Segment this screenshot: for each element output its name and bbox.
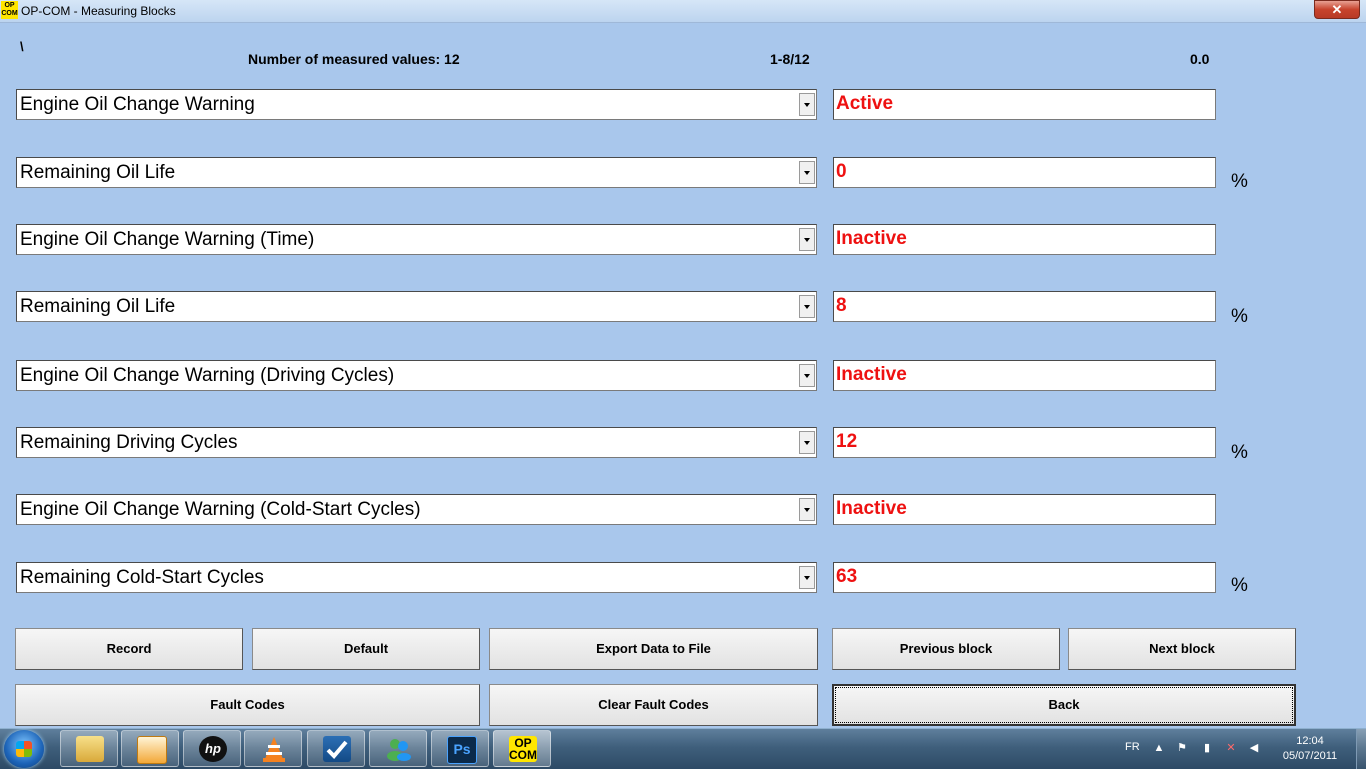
network-icon[interactable]: ✕ bbox=[1225, 742, 1237, 754]
parameter-value-8: 63 bbox=[833, 562, 1216, 593]
export-data-button[interactable]: Export Data to File bbox=[489, 628, 818, 670]
taskbar-opcom[interactable]: OP COM bbox=[493, 730, 551, 767]
taskbar: hp Ps OP COM FR ▲ ⚑ ▮ ✕ ◀ 12:04 05/07/20… bbox=[0, 728, 1366, 769]
parameter-select-7[interactable]: Engine Oil Change Warning (Cold-Start Cy… bbox=[16, 494, 817, 525]
parameter-value: 8 bbox=[836, 295, 847, 316]
battery-icon[interactable]: ▮ bbox=[1201, 742, 1213, 754]
measuring-blocks-panel: \ Number of measured values: 12 1-8/12 0… bbox=[0, 23, 1366, 728]
volume-icon[interactable]: ◀ bbox=[1248, 742, 1260, 754]
app-icon-text-top: OP bbox=[4, 2, 15, 9]
app-icon-text-bottom: COM bbox=[1, 10, 18, 17]
chevron-down-icon[interactable] bbox=[799, 364, 815, 387]
media-player-icon bbox=[137, 736, 167, 764]
opcom-app-icon: OP COM bbox=[1, 1, 18, 19]
parameter-value-4: 8 bbox=[833, 291, 1216, 322]
next-block-button[interactable]: Next block bbox=[1068, 628, 1296, 670]
taskbar-vlc[interactable] bbox=[244, 730, 302, 767]
chevron-down-icon[interactable] bbox=[799, 228, 815, 251]
parameter-select-6[interactable]: Remaining Driving Cycles bbox=[16, 427, 817, 458]
status-marker: \ bbox=[20, 39, 24, 54]
previous-block-button[interactable]: Previous block bbox=[832, 628, 1060, 670]
start-button[interactable] bbox=[4, 730, 44, 768]
opcom-icon-text-bottom: COM bbox=[509, 748, 537, 762]
clear-fault-codes-button[interactable]: Clear Fault Codes bbox=[489, 684, 818, 726]
clock-date: 05/07/2011 bbox=[1282, 750, 1338, 762]
taskbar-explorer[interactable] bbox=[60, 730, 118, 767]
parameter-select-8[interactable]: Remaining Cold-Start Cycles bbox=[16, 562, 817, 593]
chevron-down-icon[interactable] bbox=[799, 295, 815, 318]
show-desktop-button[interactable] bbox=[1356, 729, 1366, 769]
parameter-value: 12 bbox=[836, 431, 858, 452]
record-button[interactable]: Record bbox=[15, 628, 243, 670]
taskbar-photoshop[interactable]: Ps bbox=[431, 730, 489, 767]
parameter-select-2[interactable]: Remaining Oil Life bbox=[16, 157, 817, 188]
parameter-select-1[interactable]: Engine Oil Change Warning bbox=[16, 89, 817, 120]
clock-time: 12:04 bbox=[1296, 735, 1324, 747]
photoshop-icon: Ps bbox=[447, 736, 477, 764]
parameter-name: Remaining Driving Cycles bbox=[20, 432, 238, 453]
chevron-down-icon[interactable] bbox=[799, 431, 815, 454]
parameter-select-5[interactable]: Engine Oil Change Warning (Driving Cycle… bbox=[16, 360, 817, 391]
parameter-name: Engine Oil Change Warning (Driving Cycle… bbox=[20, 365, 395, 386]
parameter-name: Engine Oil Change Warning (Cold-Start Cy… bbox=[20, 499, 421, 520]
parameter-select-4[interactable]: Remaining Oil Life bbox=[16, 291, 817, 322]
parameter-unit-4: % bbox=[1231, 306, 1248, 327]
chevron-down-icon[interactable] bbox=[799, 498, 815, 521]
taskbar-clock[interactable]: 12:04 05/07/2011 bbox=[1276, 734, 1344, 764]
parameter-value: Active bbox=[836, 93, 894, 114]
fault-codes-button[interactable]: Fault Codes bbox=[15, 684, 480, 726]
parameter-name: Engine Oil Change Warning (Time) bbox=[20, 229, 315, 250]
parameter-value-3: Inactive bbox=[833, 224, 1216, 255]
explorer-icon bbox=[76, 736, 104, 762]
parameter-value: Inactive bbox=[836, 498, 907, 519]
parameter-name: Remaining Oil Life bbox=[20, 296, 176, 317]
parameter-name: Remaining Oil Life bbox=[20, 162, 176, 183]
parameter-unit-2: % bbox=[1231, 171, 1248, 192]
opcom-icon: OP COM bbox=[509, 736, 537, 762]
language-indicator[interactable]: FR bbox=[1125, 741, 1140, 753]
messenger-icon bbox=[385, 736, 413, 762]
hp-icon: hp bbox=[199, 736, 227, 762]
taskbar-media-player[interactable] bbox=[121, 730, 179, 767]
parameter-value-1: Active bbox=[833, 89, 1216, 120]
parameter-value-5: Inactive bbox=[833, 360, 1216, 391]
header-value: 0.0 bbox=[1190, 51, 1210, 67]
default-button[interactable]: Default bbox=[252, 628, 480, 670]
parameter-value-7: Inactive bbox=[833, 494, 1216, 525]
parameter-value-2: 0 bbox=[833, 157, 1216, 188]
parameter-name: Remaining Cold-Start Cycles bbox=[20, 567, 264, 588]
action-center-flag-icon[interactable]: ⚑ bbox=[1176, 742, 1188, 754]
parameter-unit-6: % bbox=[1231, 442, 1248, 463]
block-range: 1-8/12 bbox=[770, 51, 810, 67]
parameter-value: 0 bbox=[836, 161, 847, 182]
back-button[interactable]: Back bbox=[832, 684, 1296, 726]
app-check-icon bbox=[323, 736, 351, 762]
taskbar-app-check[interactable] bbox=[307, 730, 365, 767]
show-hidden-icons-icon[interactable]: ▲ bbox=[1153, 742, 1165, 754]
taskbar-hp[interactable]: hp bbox=[183, 730, 241, 767]
title-bar: OP COM OP-COM - Measuring Blocks ✕ bbox=[0, 0, 1366, 23]
close-button[interactable]: ✕ bbox=[1314, 0, 1360, 19]
chevron-down-icon[interactable] bbox=[799, 566, 815, 589]
parameter-select-3[interactable]: Engine Oil Change Warning (Time) bbox=[16, 224, 817, 255]
parameter-value: 63 bbox=[836, 566, 858, 587]
chevron-down-icon[interactable] bbox=[799, 161, 815, 184]
taskbar-messenger[interactable] bbox=[369, 730, 427, 767]
vlc-icon bbox=[260, 736, 288, 762]
window-title: OP-COM - Measuring Blocks bbox=[21, 4, 176, 18]
parameter-unit-8: % bbox=[1231, 575, 1248, 596]
parameter-value: Inactive bbox=[836, 364, 907, 385]
parameter-name: Engine Oil Change Warning bbox=[20, 94, 255, 115]
measured-values-count: Number of measured values: 12 bbox=[248, 51, 460, 67]
parameter-value: Inactive bbox=[836, 228, 907, 249]
chevron-down-icon[interactable] bbox=[799, 93, 815, 116]
parameter-value-6: 12 bbox=[833, 427, 1216, 458]
